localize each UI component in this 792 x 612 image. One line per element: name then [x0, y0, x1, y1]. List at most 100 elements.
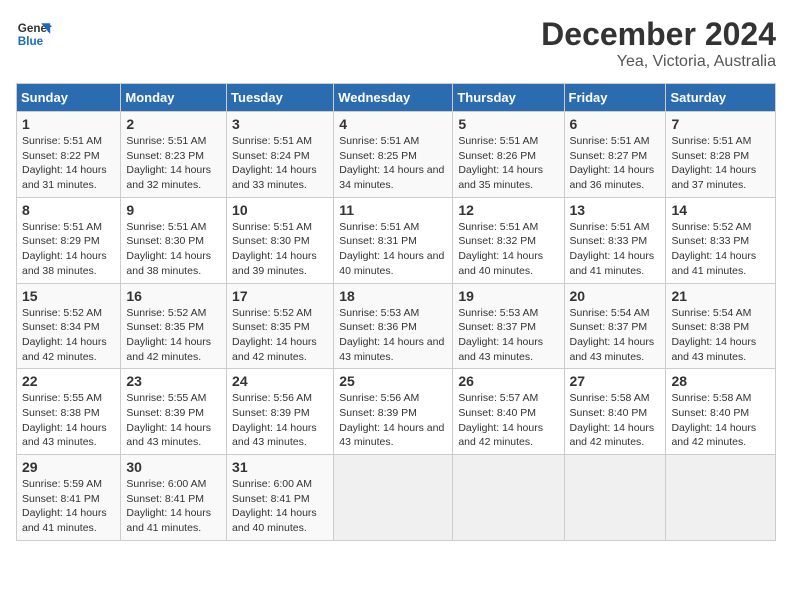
day-detail: Sunrise: 5:51 AM Sunset: 8:30 PM Dayligh…: [232, 220, 328, 279]
calendar-cell: 24 Sunrise: 5:56 AM Sunset: 8:39 PM Dayl…: [227, 369, 334, 455]
calendar-week-1: 1 Sunrise: 5:51 AM Sunset: 8:22 PM Dayli…: [17, 112, 776, 198]
calendar-week-5: 29 Sunrise: 5:59 AM Sunset: 8:41 PM Dayl…: [17, 455, 776, 541]
calendar-table: SundayMondayTuesdayWednesdayThursdayFrid…: [16, 83, 776, 541]
day-number: 25: [339, 373, 447, 389]
day-detail: Sunrise: 5:59 AM Sunset: 8:41 PM Dayligh…: [22, 477, 115, 536]
title-block: December 2024 Yea, Victoria, Australia: [541, 16, 776, 71]
header-saturday: Saturday: [666, 84, 776, 112]
header-tuesday: Tuesday: [227, 84, 334, 112]
day-detail: Sunrise: 5:51 AM Sunset: 8:31 PM Dayligh…: [339, 220, 447, 279]
day-detail: Sunrise: 5:51 AM Sunset: 8:29 PM Dayligh…: [22, 220, 115, 279]
day-number: 29: [22, 459, 115, 475]
day-number: 2: [126, 116, 221, 132]
day-number: 14: [671, 202, 770, 218]
calendar-cell: 28 Sunrise: 5:58 AM Sunset: 8:40 PM Dayl…: [666, 369, 776, 455]
calendar-cell: 3 Sunrise: 5:51 AM Sunset: 8:24 PM Dayli…: [227, 112, 334, 198]
calendar-body: 1 Sunrise: 5:51 AM Sunset: 8:22 PM Dayli…: [17, 112, 776, 541]
logo-icon: General Blue: [16, 16, 52, 52]
header-wednesday: Wednesday: [334, 84, 453, 112]
calendar-week-3: 15 Sunrise: 5:52 AM Sunset: 8:34 PM Dayl…: [17, 283, 776, 369]
day-number: 23: [126, 373, 221, 389]
day-detail: Sunrise: 5:51 AM Sunset: 8:23 PM Dayligh…: [126, 134, 221, 193]
logo: General Blue: [16, 16, 52, 52]
calendar-cell: 6 Sunrise: 5:51 AM Sunset: 8:27 PM Dayli…: [564, 112, 666, 198]
day-number: 9: [126, 202, 221, 218]
day-detail: Sunrise: 5:58 AM Sunset: 8:40 PM Dayligh…: [671, 391, 770, 450]
day-detail: Sunrise: 5:52 AM Sunset: 8:34 PM Dayligh…: [22, 306, 115, 365]
location-subtitle: Yea, Victoria, Australia: [541, 53, 776, 71]
day-number: 31: [232, 459, 328, 475]
calendar-cell: 20 Sunrise: 5:54 AM Sunset: 8:37 PM Dayl…: [564, 283, 666, 369]
day-detail: Sunrise: 6:00 AM Sunset: 8:41 PM Dayligh…: [232, 477, 328, 536]
day-number: 5: [458, 116, 558, 132]
calendar-cell: 18 Sunrise: 5:53 AM Sunset: 8:36 PM Dayl…: [334, 283, 453, 369]
calendar-header-row: SundayMondayTuesdayWednesdayThursdayFrid…: [17, 84, 776, 112]
day-detail: Sunrise: 5:51 AM Sunset: 8:28 PM Dayligh…: [671, 134, 770, 193]
calendar-cell: [564, 455, 666, 541]
calendar-cell: 30 Sunrise: 6:00 AM Sunset: 8:41 PM Dayl…: [121, 455, 227, 541]
day-detail: Sunrise: 5:54 AM Sunset: 8:38 PM Dayligh…: [671, 306, 770, 365]
day-number: 17: [232, 288, 328, 304]
day-number: 8: [22, 202, 115, 218]
calendar-cell: 13 Sunrise: 5:51 AM Sunset: 8:33 PM Dayl…: [564, 197, 666, 283]
calendar-cell: 19 Sunrise: 5:53 AM Sunset: 8:37 PM Dayl…: [453, 283, 564, 369]
day-number: 24: [232, 373, 328, 389]
calendar-cell: 22 Sunrise: 5:55 AM Sunset: 8:38 PM Dayl…: [17, 369, 121, 455]
header-thursday: Thursday: [453, 84, 564, 112]
calendar-cell: 17 Sunrise: 5:52 AM Sunset: 8:35 PM Dayl…: [227, 283, 334, 369]
calendar-cell: 14 Sunrise: 5:52 AM Sunset: 8:33 PM Dayl…: [666, 197, 776, 283]
day-detail: Sunrise: 5:52 AM Sunset: 8:33 PM Dayligh…: [671, 220, 770, 279]
day-detail: Sunrise: 5:55 AM Sunset: 8:38 PM Dayligh…: [22, 391, 115, 450]
calendar-week-2: 8 Sunrise: 5:51 AM Sunset: 8:29 PM Dayli…: [17, 197, 776, 283]
calendar-cell: 25 Sunrise: 5:56 AM Sunset: 8:39 PM Dayl…: [334, 369, 453, 455]
day-number: 26: [458, 373, 558, 389]
page-header: General Blue December 2024 Yea, Victoria…: [16, 16, 776, 71]
day-detail: Sunrise: 5:53 AM Sunset: 8:36 PM Dayligh…: [339, 306, 447, 365]
day-detail: Sunrise: 5:52 AM Sunset: 8:35 PM Dayligh…: [126, 306, 221, 365]
day-number: 15: [22, 288, 115, 304]
day-number: 28: [671, 373, 770, 389]
day-number: 16: [126, 288, 221, 304]
day-number: 1: [22, 116, 115, 132]
calendar-cell: 11 Sunrise: 5:51 AM Sunset: 8:31 PM Dayl…: [334, 197, 453, 283]
day-detail: Sunrise: 5:51 AM Sunset: 8:22 PM Dayligh…: [22, 134, 115, 193]
day-number: 22: [22, 373, 115, 389]
day-detail: Sunrise: 5:52 AM Sunset: 8:35 PM Dayligh…: [232, 306, 328, 365]
calendar-week-4: 22 Sunrise: 5:55 AM Sunset: 8:38 PM Dayl…: [17, 369, 776, 455]
day-number: 11: [339, 202, 447, 218]
day-number: 18: [339, 288, 447, 304]
day-number: 4: [339, 116, 447, 132]
day-detail: Sunrise: 5:51 AM Sunset: 8:30 PM Dayligh…: [126, 220, 221, 279]
header-friday: Friday: [564, 84, 666, 112]
calendar-cell: 4 Sunrise: 5:51 AM Sunset: 8:25 PM Dayli…: [334, 112, 453, 198]
calendar-cell: 7 Sunrise: 5:51 AM Sunset: 8:28 PM Dayli…: [666, 112, 776, 198]
calendar-cell: 23 Sunrise: 5:55 AM Sunset: 8:39 PM Dayl…: [121, 369, 227, 455]
calendar-cell: 10 Sunrise: 5:51 AM Sunset: 8:30 PM Dayl…: [227, 197, 334, 283]
day-detail: Sunrise: 5:55 AM Sunset: 8:39 PM Dayligh…: [126, 391, 221, 450]
svg-text:Blue: Blue: [18, 35, 44, 48]
day-detail: Sunrise: 5:54 AM Sunset: 8:37 PM Dayligh…: [570, 306, 661, 365]
day-number: 21: [671, 288, 770, 304]
day-detail: Sunrise: 5:51 AM Sunset: 8:26 PM Dayligh…: [458, 134, 558, 193]
calendar-cell: 12 Sunrise: 5:51 AM Sunset: 8:32 PM Dayl…: [453, 197, 564, 283]
calendar-cell: 1 Sunrise: 5:51 AM Sunset: 8:22 PM Dayli…: [17, 112, 121, 198]
day-number: 30: [126, 459, 221, 475]
day-number: 6: [570, 116, 661, 132]
day-number: 19: [458, 288, 558, 304]
calendar-cell: 27 Sunrise: 5:58 AM Sunset: 8:40 PM Dayl…: [564, 369, 666, 455]
day-number: 7: [671, 116, 770, 132]
calendar-cell: 8 Sunrise: 5:51 AM Sunset: 8:29 PM Dayli…: [17, 197, 121, 283]
calendar-cell: 5 Sunrise: 5:51 AM Sunset: 8:26 PM Dayli…: [453, 112, 564, 198]
calendar-cell: 15 Sunrise: 5:52 AM Sunset: 8:34 PM Dayl…: [17, 283, 121, 369]
day-detail: Sunrise: 5:51 AM Sunset: 8:32 PM Dayligh…: [458, 220, 558, 279]
day-detail: Sunrise: 6:00 AM Sunset: 8:41 PM Dayligh…: [126, 477, 221, 536]
day-number: 12: [458, 202, 558, 218]
calendar-cell: 26 Sunrise: 5:57 AM Sunset: 8:40 PM Dayl…: [453, 369, 564, 455]
day-number: 27: [570, 373, 661, 389]
day-detail: Sunrise: 5:51 AM Sunset: 8:27 PM Dayligh…: [570, 134, 661, 193]
calendar-cell: [453, 455, 564, 541]
calendar-cell: 31 Sunrise: 6:00 AM Sunset: 8:41 PM Dayl…: [227, 455, 334, 541]
header-sunday: Sunday: [17, 84, 121, 112]
calendar-cell: 16 Sunrise: 5:52 AM Sunset: 8:35 PM Dayl…: [121, 283, 227, 369]
day-detail: Sunrise: 5:56 AM Sunset: 8:39 PM Dayligh…: [339, 391, 447, 450]
